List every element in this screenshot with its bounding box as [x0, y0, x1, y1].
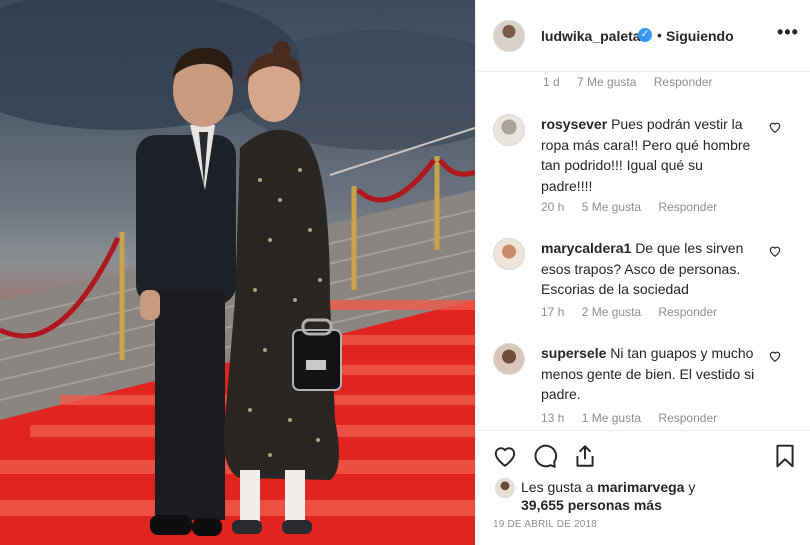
post-header: ludwika_paleta ✓ • Siguiendo •••	[476, 0, 810, 72]
commenter-username[interactable]: supersele	[541, 345, 606, 361]
comment-text: supersele Ni tan guapos y mucho menos ge…	[541, 343, 756, 405]
heart-icon[interactable]	[768, 120, 782, 134]
commenter-username[interactable]: rosysever	[541, 116, 607, 132]
post-photo[interactable]	[0, 0, 475, 545]
comment-text: marycaldera1 De que les sirven esos trap…	[541, 238, 756, 300]
comment-time: 20 h	[541, 200, 565, 214]
comment-meta: 1 d 7 Me gusta Responder	[543, 75, 726, 89]
commenter-avatar[interactable]	[493, 114, 525, 146]
comment-likes[interactable]: 5 Me gusta	[582, 200, 641, 214]
liker-avatar[interactable]	[495, 478, 515, 498]
share-icon[interactable]	[572, 443, 598, 469]
comment-likes[interactable]: 2 Me gusta	[582, 305, 641, 319]
post-sidebar: ludwika_paleta ✓ • Siguiendo ••• 1 d 7 M…	[475, 0, 810, 545]
heart-icon[interactable]	[492, 443, 518, 469]
reply-button[interactable]: Responder	[658, 411, 717, 425]
comments-list[interactable]: 1 d 7 Me gusta Responder rosysever Pues …	[476, 72, 810, 429]
reply-button[interactable]: Responder	[654, 75, 713, 89]
post-date: 19 DE ABRIL DE 2018	[493, 519, 598, 530]
author-username[interactable]: ludwika_paleta	[541, 28, 641, 44]
bookmark-icon[interactable]	[772, 443, 798, 469]
commenter-avatar[interactable]	[493, 238, 525, 270]
comment-time: 1 d	[543, 75, 560, 89]
reply-button[interactable]: Responder	[658, 200, 717, 214]
heart-icon[interactable]	[768, 349, 782, 363]
likes-connector: y	[688, 479, 696, 495]
following-button[interactable]: Siguiendo	[666, 28, 734, 44]
comment-likes[interactable]: 7 Me gusta	[577, 75, 636, 89]
photo-scene	[0, 0, 475, 545]
comment-meta: 20 h 5 Me gusta Responder	[541, 200, 731, 214]
more-icon[interactable]: •••	[777, 22, 799, 43]
liker-username[interactable]: marimarvega	[597, 479, 684, 495]
likes-count[interactable]: 39,655 personas más	[521, 497, 662, 513]
likes-text: Les gusta a marimarvega y 39,655 persona…	[521, 478, 801, 514]
likes-prefix: Les gusta a	[521, 479, 594, 495]
author-avatar[interactable]	[493, 20, 525, 52]
post-actions: Les gusta a marimarvega y 39,655 persona…	[476, 430, 810, 545]
commenter-avatar[interactable]	[493, 343, 525, 375]
comment-text: rosysever Pues podrán vestir la ropa más…	[541, 114, 756, 196]
comment-time: 17 h	[541, 305, 565, 319]
separator-dot: •	[657, 27, 662, 43]
comment-meta: 13 h 1 Me gusta Responder	[541, 411, 731, 425]
comment-icon[interactable]	[532, 443, 558, 469]
heart-icon[interactable]	[768, 244, 782, 258]
comment-time: 13 h	[541, 411, 565, 425]
commenter-username[interactable]: marycaldera1	[541, 240, 631, 256]
comment-likes[interactable]: 1 Me gusta	[582, 411, 641, 425]
comment-meta: 17 h 2 Me gusta Responder	[541, 305, 731, 319]
verified-icon: ✓	[638, 28, 652, 42]
reply-button[interactable]: Responder	[658, 305, 717, 319]
